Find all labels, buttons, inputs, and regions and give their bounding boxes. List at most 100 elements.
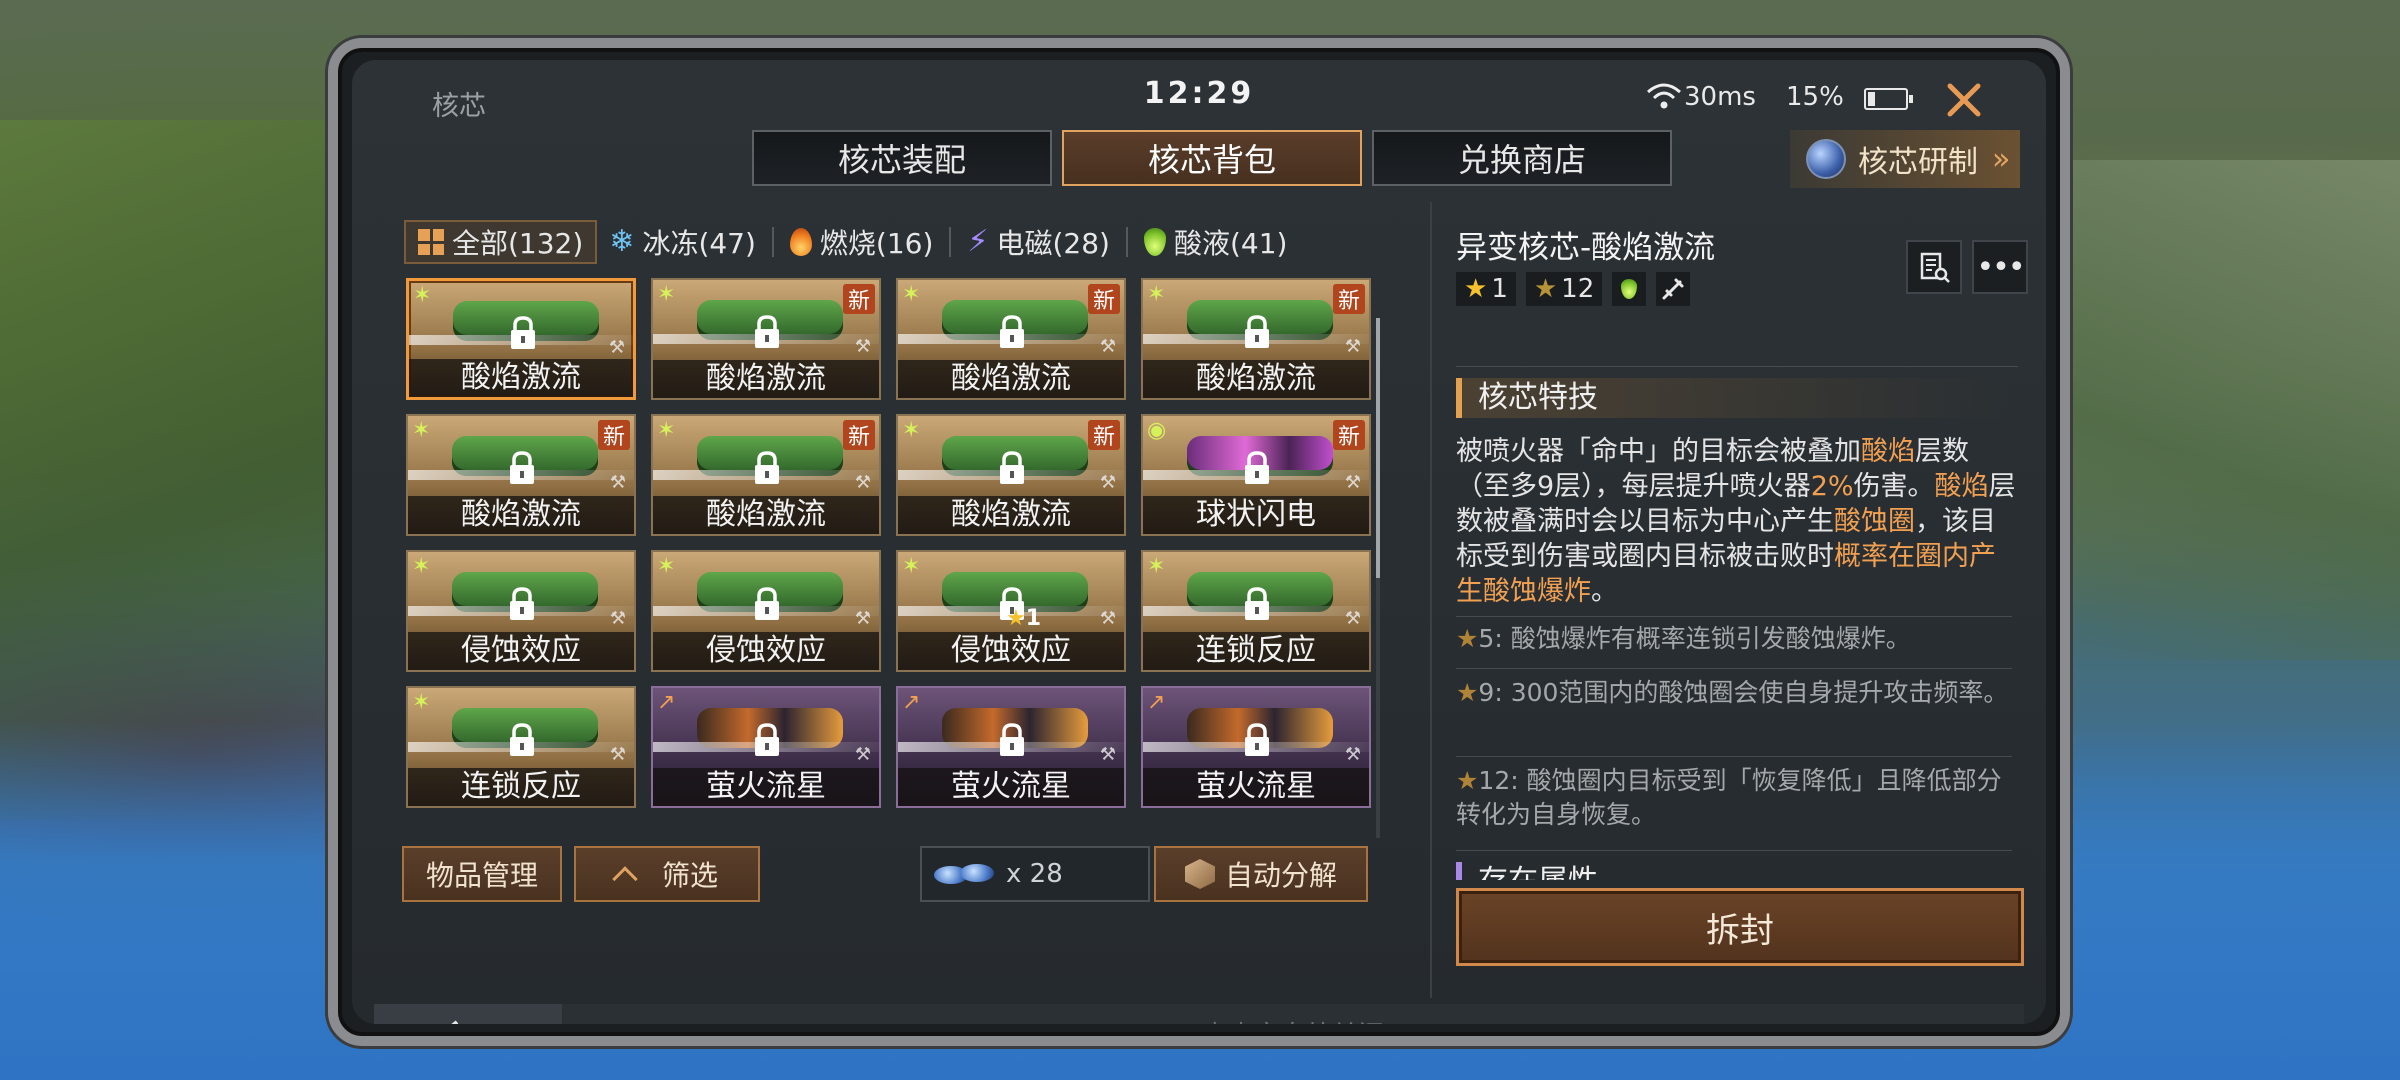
filter-divider [771, 227, 774, 257]
lock-icon[interactable] [505, 586, 539, 622]
core-card[interactable]: ↗ ⚒ 萤火流星 [1141, 686, 1371, 808]
core-tags: ★ 1 ★ 12 [1456, 272, 1691, 306]
core-card[interactable]: ✶ ⚒ 连锁反应 [1141, 550, 1371, 672]
lock-icon[interactable] [995, 722, 1029, 758]
divider [1456, 756, 2012, 757]
chevron-up-icon [612, 866, 638, 892]
lock-icon[interactable] [1240, 450, 1274, 486]
lock-icon[interactable] [1240, 722, 1274, 758]
filter-burn-label: 燃烧(16) [819, 227, 934, 260]
new-badge: 新 [1088, 420, 1120, 450]
filter-electro[interactable]: ⚡ 电磁(28) [955, 220, 1122, 264]
core-name: 萤火流星 [1143, 768, 1369, 806]
details-doc-button[interactable] [1906, 240, 1962, 294]
filter-freeze-label: 冰冻(47) [642, 227, 756, 260]
core-card[interactable]: ✶ ⚒ 新 酸焰激流 [896, 414, 1126, 536]
flamethrower-icon [1662, 278, 1684, 300]
tab-core-assembly[interactable]: 核芯装配 [752, 130, 1052, 186]
tap-to-close-hint[interactable]: 点击空白处关闭 [562, 1004, 2024, 1024]
core-skill-description: 被喷火器「命中」的目标会被叠加酸焰层数（至多9层），每层提升喷火器2%伤害。酸焰… [1456, 434, 2016, 609]
lock-icon[interactable] [995, 314, 1029, 350]
filter-burn[interactable]: 燃烧(16) [778, 220, 945, 264]
wrench-icon: ⚒ [854, 744, 871, 765]
inventory-scrollbar[interactable] [1376, 318, 1380, 838]
filter-all[interactable]: 全部(132) [404, 220, 598, 264]
divider [1456, 366, 2018, 367]
lock-icon[interactable] [506, 315, 540, 351]
lock-icon[interactable] [750, 722, 784, 758]
core-name: 球状闪电 [1143, 496, 1369, 534]
core-card[interactable]: ✶ ⚒ 侵蚀效应 [406, 550, 636, 672]
double-chevron-right-icon: » [1992, 141, 2011, 177]
description-text: 。 [1591, 576, 1618, 607]
filter-acid[interactable]: 酸液(41) [1132, 220, 1299, 264]
max-star-tag: ★ 12 [1525, 272, 1603, 306]
core-card[interactable]: ↗ ⚒ 萤火流星 [651, 686, 881, 808]
core-backpack-screen: 核芯 12:29 30ms 15% 核芯装配 核芯背包 兑换商店 核芯研制 » [352, 60, 2046, 1024]
new-badge: 新 [1333, 420, 1365, 450]
element-type-icon: ✶ [412, 554, 431, 579]
tab-exchange-shop[interactable]: 兑换商店 [1372, 130, 1672, 186]
filter-button[interactable]: 筛选 [574, 846, 760, 902]
core-research-button[interactable]: 核芯研制 » [1790, 130, 2020, 188]
back-button[interactable] [374, 1004, 562, 1024]
more-options-button[interactable]: ••• [1972, 240, 2028, 294]
filter-all-label: 全部(132) [452, 227, 584, 260]
perk-star-level: 5 [1478, 624, 1495, 653]
star-icon: ★ [1456, 624, 1479, 653]
filter-electro-label: 电磁(28) [996, 227, 1110, 260]
wrench-icon: ⚒ [608, 337, 625, 358]
wrench-icon: ⚒ [609, 472, 626, 493]
lock-icon[interactable] [750, 314, 784, 350]
element-type-icon: ✶ [1147, 282, 1166, 307]
new-badge: 新 [598, 420, 630, 450]
lock-icon[interactable] [1240, 314, 1274, 350]
scrollbar-thumb[interactable] [1376, 318, 1380, 578]
element-type-icon: ✶ [412, 418, 431, 443]
unseal-button[interactable]: 拆封 [1456, 888, 2024, 966]
wifi-icon [1647, 83, 1681, 109]
core-card[interactable]: ✶ ⚒ 侵蚀效应 [651, 550, 881, 672]
core-card[interactable]: ✶ ⚒ 连锁反应 [406, 686, 636, 808]
core-name: 酸焰激流 [1143, 360, 1369, 398]
tab-core-backpack[interactable]: 核芯背包 [1062, 130, 1362, 186]
core-title: 异变核芯-酸焰激流 [1456, 230, 1716, 266]
element-type-icon: ↗ [1147, 690, 1166, 715]
close-icon[interactable] [1938, 74, 1990, 126]
lock-icon[interactable] [505, 450, 539, 486]
core-card[interactable]: ◉ ⚒ 新 球状闪电 [1141, 414, 1371, 536]
lock-icon[interactable] [1240, 586, 1274, 622]
current-star-value: 1 [1491, 274, 1508, 304]
core-card[interactable]: ✶ ⚒ 新 酸焰激流 [896, 278, 1126, 400]
filter-button-label: 筛选 [661, 859, 718, 892]
element-type-icon: ✶ [902, 554, 921, 579]
core-card[interactable]: ✶ ⚒ 新 酸焰激流 [1141, 278, 1371, 400]
core-card[interactable]: ✶ ⚒ ★1 侵蚀效应 [896, 550, 1126, 672]
core-card[interactable]: ✶ ⚒ 新 酸焰激流 [651, 278, 881, 400]
perk-star-level: 9 [1478, 678, 1495, 707]
star-level-badge: ★1 [1006, 606, 1041, 631]
lock-icon[interactable] [995, 450, 1029, 486]
filter-freeze[interactable]: ❄ 冰冻(47) [597, 220, 768, 264]
perk-text: : 酸蚀爆炸有概率连锁引发酸蚀爆炸。 [1494, 624, 1911, 653]
core-detail-panel: 异变核芯-酸焰激流 ••• ★ 1 ★ 12 核芯特技 被喷火器「命中」的目标会… [1430, 202, 2034, 998]
current-star-tag: ★ 1 [1456, 272, 1516, 306]
element-type-icon: ✶ [657, 554, 676, 579]
star-icon: ★ [1464, 274, 1488, 304]
auto-dismantle-button[interactable]: 自动分解 [1154, 846, 1368, 902]
star-perk-5: ★5: 酸蚀爆炸有概率连锁引发酸蚀爆炸。 [1456, 622, 2012, 656]
core-card[interactable]: ✶ ⚒ 酸焰激流 [406, 278, 636, 400]
lock-icon[interactable] [750, 450, 784, 486]
orb-icon [1806, 139, 1846, 179]
item-management-button[interactable]: 物品管理 [402, 846, 562, 902]
lock-icon[interactable] [505, 722, 539, 758]
core-card[interactable]: ✶ ⚒ 新 酸焰激流 [651, 414, 881, 536]
core-name: 侵蚀效应 [408, 632, 634, 670]
lock-icon[interactable] [750, 586, 784, 622]
element-type-icon: ✶ [657, 282, 676, 307]
core-card[interactable]: ✶ ⚒ 新 酸焰激流 [406, 414, 636, 536]
material-crystal-icon [934, 862, 998, 886]
element-type-icon: ↗ [902, 690, 921, 715]
battery-icon [1864, 88, 1913, 110]
core-card[interactable]: ↗ ⚒ 萤火流星 [896, 686, 1126, 808]
